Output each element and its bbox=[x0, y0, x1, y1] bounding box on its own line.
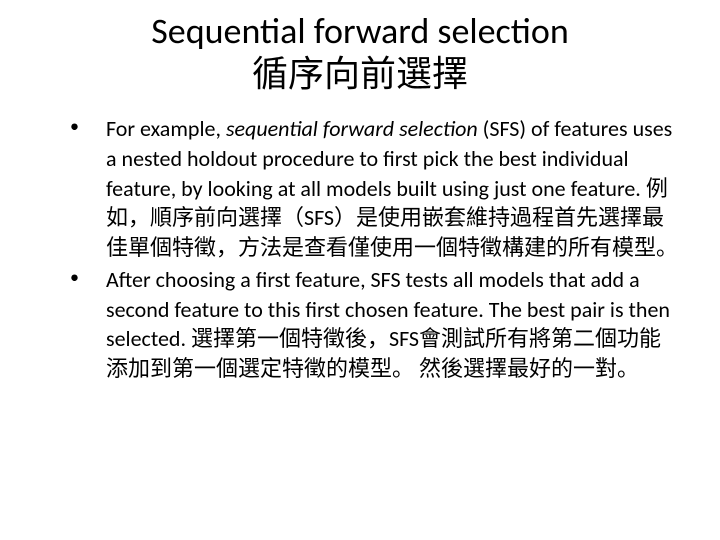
bullet-text-emphasis: sequential forward selection bbox=[226, 115, 478, 142]
bullet-text: After choosing a first feature, SFS test… bbox=[106, 266, 670, 382]
slide-title: Sequential forward selection 循序向前選擇 bbox=[40, 10, 680, 96]
bullet-text-prefix: For example, bbox=[106, 115, 226, 142]
list-item: • After choosing a first feature, SFS te… bbox=[70, 265, 680, 384]
bullet-list: • For example, sequential forward select… bbox=[40, 114, 680, 383]
bullet-marker: • bbox=[70, 114, 79, 138]
title-line-1: Sequential forward selection bbox=[60, 10, 660, 53]
list-item: • For example, sequential forward select… bbox=[70, 114, 680, 262]
title-line-2: 循序向前選擇 bbox=[60, 53, 660, 96]
bullet-marker: • bbox=[70, 265, 79, 289]
